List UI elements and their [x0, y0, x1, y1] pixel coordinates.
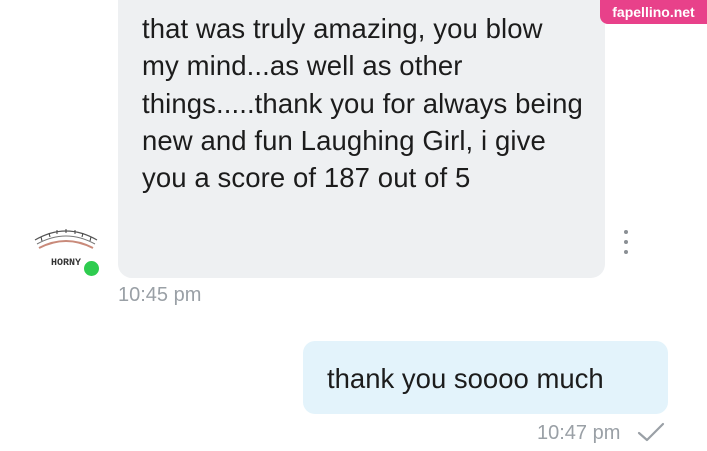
more-dot: [624, 230, 628, 234]
incoming-message-text: that was truly amazing, you blow my mind…: [142, 13, 583, 194]
more-dot: [624, 250, 628, 254]
watermark: fapellino.net: [600, 0, 707, 24]
outgoing-message-bubble[interactable]: thank you soooo much: [303, 341, 668, 414]
check-icon: [637, 422, 665, 442]
more-dot: [624, 240, 628, 244]
more-options-icon[interactable]: [617, 227, 635, 257]
avatar-label: HORNY: [51, 258, 81, 269]
incoming-message-timestamp: 10:45 pm: [118, 284, 202, 306]
online-status-dot: [82, 259, 101, 278]
outgoing-message-text: thank you soooo much: [327, 363, 604, 394]
outgoing-message-timestamp: 10:47 pm: [537, 422, 621, 444]
incoming-message-bubble[interactable]: that was truly amazing, you blow my mind…: [118, 0, 605, 278]
